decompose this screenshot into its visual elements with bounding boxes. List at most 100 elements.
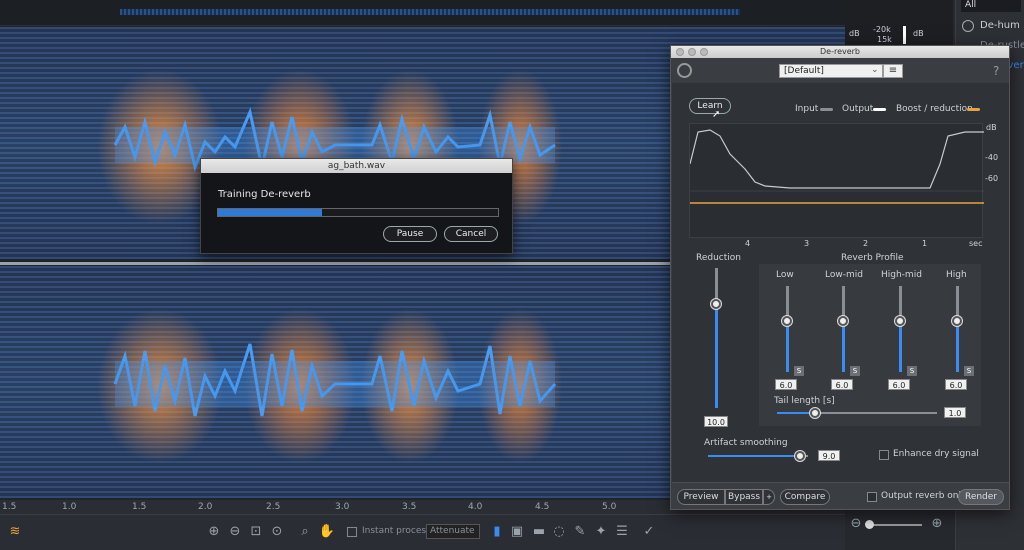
band-value[interactable]: 6.0 xyxy=(775,379,797,390)
meter-scale-2: 15k xyxy=(877,35,892,44)
band-slider-fill xyxy=(956,321,959,372)
zoom-slider-thumb[interactable] xyxy=(865,520,874,529)
band-value[interactable]: 6.0 xyxy=(888,379,910,390)
dialog-message: Training De-reverb xyxy=(218,189,311,200)
training-progress-fill xyxy=(218,209,322,216)
reverb-curve xyxy=(689,129,984,204)
legend-output-swatch xyxy=(873,108,886,111)
preset-menu-icon[interactable]: ≡ xyxy=(883,64,903,78)
dialog-title: ag_bath.wav xyxy=(201,159,512,173)
meter-bar xyxy=(903,26,906,44)
band-slider-fill xyxy=(842,321,845,372)
band-solo-button[interactable]: S xyxy=(794,366,804,376)
meter-scale-top: -20k xyxy=(873,25,891,34)
enhance-dry-label: Enhance dry signal xyxy=(893,449,979,459)
graph-x-tick: 2 xyxy=(863,239,869,248)
module-de-hum[interactable]: De-hum xyxy=(980,20,1020,31)
tail-slider-knob[interactable] xyxy=(810,408,820,418)
pause-button[interactable]: Pause xyxy=(383,226,437,242)
band-label: Low xyxy=(776,270,794,280)
magnify-icon[interactable]: ⌕ xyxy=(296,523,314,541)
training-progress-bar xyxy=(217,208,499,217)
artifact-slider-knob[interactable] xyxy=(795,451,805,461)
band-label: Low-mid xyxy=(825,270,863,280)
band-slider-knob[interactable] xyxy=(952,316,962,326)
lasso-icon[interactable]: ◌ xyxy=(550,523,568,541)
close-icon[interactable] xyxy=(676,48,684,56)
meter-db-label-2: dB xyxy=(913,29,924,38)
preset-select[interactable]: [Default] xyxy=(779,64,883,78)
freq-select-icon[interactable]: ▣ xyxy=(508,523,526,541)
zoom-out-small-icon[interactable]: ⊖ xyxy=(847,515,865,533)
check-icon[interactable]: ✓ xyxy=(640,523,658,541)
artifact-slider-fill xyxy=(708,455,798,457)
ruler-tick: 2.0 xyxy=(198,502,213,512)
band-value[interactable]: 6.0 xyxy=(831,379,853,390)
module-filter[interactable]: All xyxy=(961,0,1021,12)
zoom-control[interactable]: ⊖ ⊕ xyxy=(845,515,955,535)
de-reverb-panel: De-reverb [Default] ⌄ ≡ ? Learn ➚ Input … xyxy=(670,45,1010,510)
band-value[interactable]: 6.0 xyxy=(945,379,967,390)
legend-input-swatch xyxy=(820,108,833,111)
render-button[interactable]: Render xyxy=(958,489,1004,505)
panel-titlebar: De-reverb xyxy=(671,46,1009,58)
legend-output: Output xyxy=(842,104,874,114)
band-slider-knob[interactable] xyxy=(782,316,792,326)
enhance-dry-checkbox[interactable] xyxy=(879,450,889,460)
time-select-icon[interactable]: ▮ xyxy=(488,523,506,541)
brush-icon[interactable]: ✎ xyxy=(571,523,589,541)
graph-db-tick: -60 xyxy=(985,174,999,183)
legend-input: Input xyxy=(795,104,819,114)
mode-select[interactable]: Attenuate xyxy=(426,524,480,539)
preview-button[interactable]: Preview xyxy=(677,489,725,505)
bypass-button[interactable]: Bypass xyxy=(725,489,763,505)
band-solo-button[interactable]: S xyxy=(850,366,860,376)
cancel-button[interactable]: Cancel xyxy=(444,226,498,242)
reduction-value[interactable]: 10.0 xyxy=(704,416,728,427)
harmonic-select-icon[interactable]: ☰ xyxy=(613,523,631,541)
learn-button[interactable]: Learn xyxy=(689,98,731,114)
bottom-toolbar: ≋ ⊕ ⊖ ⊡ ⊙ ⌕ ✋ Instant process Attenuate … xyxy=(0,514,845,550)
ruler-tick: 4.0 xyxy=(468,502,483,512)
magic-wand-icon[interactable]: ✦ xyxy=(592,523,610,541)
graph-x-tick: 1 xyxy=(922,239,928,248)
ruler-tick: 4.5 xyxy=(535,502,550,512)
training-dialog: ag_bath.wav Training De-reverb Pause Can… xyxy=(200,158,513,254)
box-select-icon[interactable]: ▬ xyxy=(530,523,548,541)
band-solo-button[interactable]: S xyxy=(907,366,917,376)
legend-boost: Boost / reduction xyxy=(896,104,973,114)
overview-strip[interactable] xyxy=(0,0,845,26)
izotope-logo-icon xyxy=(677,63,692,78)
reverb-graph xyxy=(689,123,984,238)
artifact-label: Artifact smoothing xyxy=(704,438,788,448)
ruler-tick: 3.0 xyxy=(335,502,350,512)
band-slider-knob[interactable] xyxy=(838,316,848,326)
zoom-out-icon[interactable]: ⊖ xyxy=(226,523,244,541)
help-icon[interactable]: ? xyxy=(993,64,999,78)
ruler-tick: 3.5 xyxy=(402,502,417,512)
zoom-slider-track[interactable] xyxy=(867,524,922,526)
hand-icon[interactable]: ✋ xyxy=(318,523,336,541)
compare-button[interactable]: Compare xyxy=(780,489,830,505)
band-slider-knob[interactable] xyxy=(895,316,905,326)
preset-chevron-icon[interactable]: ⌄ xyxy=(871,65,879,75)
meter-area: dB -20k 15k dB xyxy=(845,0,953,46)
legend-boost-swatch xyxy=(967,108,980,111)
meter-db-label: dB xyxy=(849,29,860,38)
band-label: High xyxy=(946,270,967,280)
output-reverb-only-checkbox[interactable] xyxy=(867,492,877,502)
waveform-mode-icon[interactable]: ≋ xyxy=(6,523,24,541)
tail-value[interactable]: 1.0 xyxy=(944,407,966,418)
band-solo-button[interactable]: S xyxy=(964,366,974,376)
zoom-selection-icon[interactable]: ⊡ xyxy=(247,523,265,541)
reduction-slider-fill xyxy=(715,304,718,408)
zoom-in-icon[interactable]: ⊕ xyxy=(205,523,223,541)
zoom-in-small-icon[interactable]: ⊕ xyxy=(928,515,946,533)
minimize-icon[interactable] xyxy=(688,48,696,56)
zoom-fit-icon[interactable]: ⊙ xyxy=(268,523,286,541)
maximize-icon[interactable] xyxy=(700,48,708,56)
instant-process-checkbox[interactable] xyxy=(347,527,357,537)
panel-title: De-reverb xyxy=(819,47,861,56)
artifact-value[interactable]: 9.0 xyxy=(818,450,840,461)
graph-x-tick: sec xyxy=(969,239,983,248)
